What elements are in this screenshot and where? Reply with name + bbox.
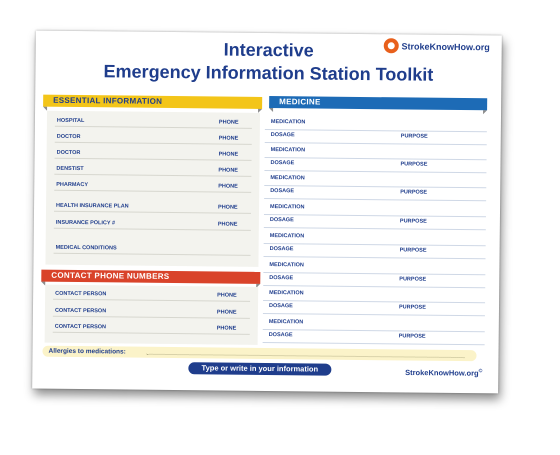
type-or-write-button[interactable]: Type or write in your information bbox=[188, 362, 332, 376]
dosage-label: DOSAGE bbox=[269, 217, 294, 224]
write-in-line bbox=[263, 242, 486, 247]
dosage-label: DOSAGE bbox=[270, 188, 295, 195]
essential-row-label: DOCTOR bbox=[56, 133, 81, 141]
medication-label: MEDICATION bbox=[269, 262, 304, 269]
contacts-row[interactable]: CONTACT PERSON PHONE bbox=[53, 287, 251, 302]
write-in-line bbox=[263, 299, 486, 304]
essential-row[interactable]: MEDICAL CONDITIONS bbox=[53, 241, 251, 256]
write-in-line bbox=[262, 312, 485, 317]
allergies-line bbox=[146, 353, 465, 359]
write-in-line bbox=[264, 128, 487, 133]
essential-row[interactable]: PHARMACY PHONE bbox=[54, 178, 252, 193]
essential-row[interactable]: INSURANCE POLICY # PHONE bbox=[53, 216, 251, 231]
contacts-row[interactable]: CONTACT PERSON PHONE bbox=[52, 320, 250, 335]
write-in-line bbox=[264, 169, 487, 174]
logo-ring-icon bbox=[383, 38, 399, 54]
purpose-label: PURPOSE bbox=[399, 218, 427, 225]
write-in-line bbox=[264, 156, 487, 161]
essential-row-phone-label: PHONE bbox=[218, 135, 239, 142]
purpose-label: PURPOSE bbox=[398, 304, 426, 311]
medicine-banner: MEDICINE bbox=[269, 96, 488, 111]
essential-row-label: PHARMACY bbox=[56, 181, 89, 189]
contacts-row-phone-label: PHONE bbox=[217, 292, 237, 299]
purpose-label: PURPOSE bbox=[400, 189, 428, 196]
dosage-label: DOSAGE bbox=[268, 303, 293, 310]
write-in-line bbox=[262, 341, 485, 346]
essential-row-label: HEALTH INSURANCE PLAN bbox=[56, 202, 129, 210]
contacts-row-phone-label: PHONE bbox=[216, 309, 237, 316]
purpose-label: PURPOSE bbox=[400, 133, 428, 140]
medication-label: MEDICATION bbox=[269, 290, 304, 297]
contacts-row-label: CONTACT PERSON bbox=[54, 323, 107, 331]
purpose-label: PURPOSE bbox=[399, 276, 427, 283]
dosage-label: DOSAGE bbox=[269, 275, 294, 282]
essential-row-phone-label: PHONE bbox=[218, 183, 238, 190]
purpose-label: PURPOSE bbox=[399, 247, 427, 254]
write-in-line bbox=[264, 141, 487, 146]
essential-row-label: HOSPITAL bbox=[56, 117, 85, 125]
write-in-line bbox=[264, 184, 487, 189]
essential-row[interactable]: HEALTH INSURANCE PLAN PHONE bbox=[53, 199, 252, 214]
medication-label: MEDICATION bbox=[270, 204, 305, 211]
write-in-line bbox=[262, 328, 485, 333]
contacts-row[interactable]: CONTACT PERSON PHONE bbox=[52, 304, 251, 319]
essential-row-phone-label: PHONE bbox=[218, 167, 239, 174]
dosage-label: DOSAGE bbox=[270, 160, 295, 167]
contacts-row-phone-label: PHONE bbox=[216, 325, 237, 332]
logo: StrokeKnowHow.org bbox=[383, 38, 490, 54]
medicine-entry[interactable]: MEDICATION DOSAGE PURPOSE bbox=[264, 175, 487, 204]
medication-label: MEDICATION bbox=[269, 233, 305, 240]
dosage-label: DOSAGE bbox=[270, 132, 295, 139]
purpose-label: PURPOSE bbox=[400, 161, 428, 168]
essential-row-label: DOCTOR bbox=[56, 149, 81, 157]
essential-row-phone-label: PHONE bbox=[218, 204, 238, 211]
write-in-line bbox=[263, 255, 486, 260]
medicine-entry[interactable]: MEDICATION DOSAGE PURPOSE bbox=[264, 119, 487, 148]
contacts-row-label: CONTACT PERSON bbox=[54, 307, 107, 315]
essential-info-panel: HOSPITAL PHONE DOCTOR PHONE DOCTOR PHONE DENST… bbox=[45, 110, 261, 267]
medicine-entry[interactable]: MEDICATION DOSAGE PURPOSE bbox=[263, 262, 486, 291]
medication-label: MEDICATION bbox=[270, 175, 305, 182]
medication-label: MEDICATION bbox=[270, 147, 306, 154]
essential-row-label: DENSTIST bbox=[56, 165, 84, 173]
essential-row-label: MEDICAL CONDITIONS bbox=[55, 244, 117, 252]
medication-label: MEDICATION bbox=[270, 119, 306, 126]
medicine-entry[interactable]: MEDICATION DOSAGE PURPOSE bbox=[264, 147, 487, 176]
allergies-label: Allergies to medications: bbox=[48, 347, 126, 356]
medicine-entry[interactable]: MEDICATION DOSAGE PURPOSE bbox=[263, 204, 486, 233]
dosage-label: DOSAGE bbox=[268, 332, 293, 339]
essential-row-label: INSURANCE POLICY # bbox=[55, 219, 116, 227]
toolkit-sheet: Interactive Emergency Information Statio… bbox=[32, 30, 502, 394]
contact-numbers-panel: CONTACT PERSON PHONE CONTACT PERSON PHONE CO… bbox=[44, 284, 259, 345]
essential-row[interactable]: DENSTIST PHONE bbox=[54, 162, 252, 177]
write-in-line bbox=[264, 197, 487, 202]
contacts-row-label: CONTACT PERSON bbox=[55, 290, 107, 298]
medication-label: MEDICATION bbox=[268, 319, 304, 326]
footer-brand: StrokeKnowHow.org© bbox=[405, 367, 483, 378]
contact-numbers-banner: CONTACT PHONE NUMBERS bbox=[41, 269, 261, 284]
essential-row-phone-label: PHONE bbox=[218, 119, 239, 126]
purpose-label: PURPOSE bbox=[398, 333, 426, 340]
title-line-2: Emergency Information Station Toolkit bbox=[103, 61, 434, 85]
allergies-field[interactable]: Allergies to medications: bbox=[42, 345, 477, 362]
essential-row-phone-label: PHONE bbox=[218, 151, 239, 158]
copyright-mark: © bbox=[478, 368, 483, 375]
write-in-line bbox=[263, 213, 486, 218]
dosage-label: DOSAGE bbox=[269, 246, 294, 253]
essential-row-phone-label: PHONE bbox=[217, 221, 238, 228]
essential-row[interactable]: DOCTOR PHONE bbox=[54, 146, 252, 161]
footer-brand-text: StrokeKnowHow.org bbox=[405, 367, 479, 378]
medicine-entry[interactable]: MEDICATION DOSAGE PURPOSE bbox=[263, 233, 486, 262]
write-in-line bbox=[263, 271, 486, 276]
logo-text: StrokeKnowHow.org bbox=[401, 40, 490, 52]
write-in-line bbox=[263, 284, 486, 289]
essential-row[interactable]: DOCTOR PHONE bbox=[54, 130, 252, 145]
essential-row[interactable]: HOSPITAL PHONE bbox=[54, 114, 252, 129]
medicine-entry[interactable]: MEDICATION DOSAGE PURPOSE bbox=[262, 290, 486, 319]
essential-info-banner: ESSENTIAL INFORMATION bbox=[43, 94, 263, 109]
write-in-line bbox=[263, 226, 486, 231]
medicine-entry[interactable]: MEDICATION DOSAGE PURPOSE bbox=[262, 319, 485, 348]
